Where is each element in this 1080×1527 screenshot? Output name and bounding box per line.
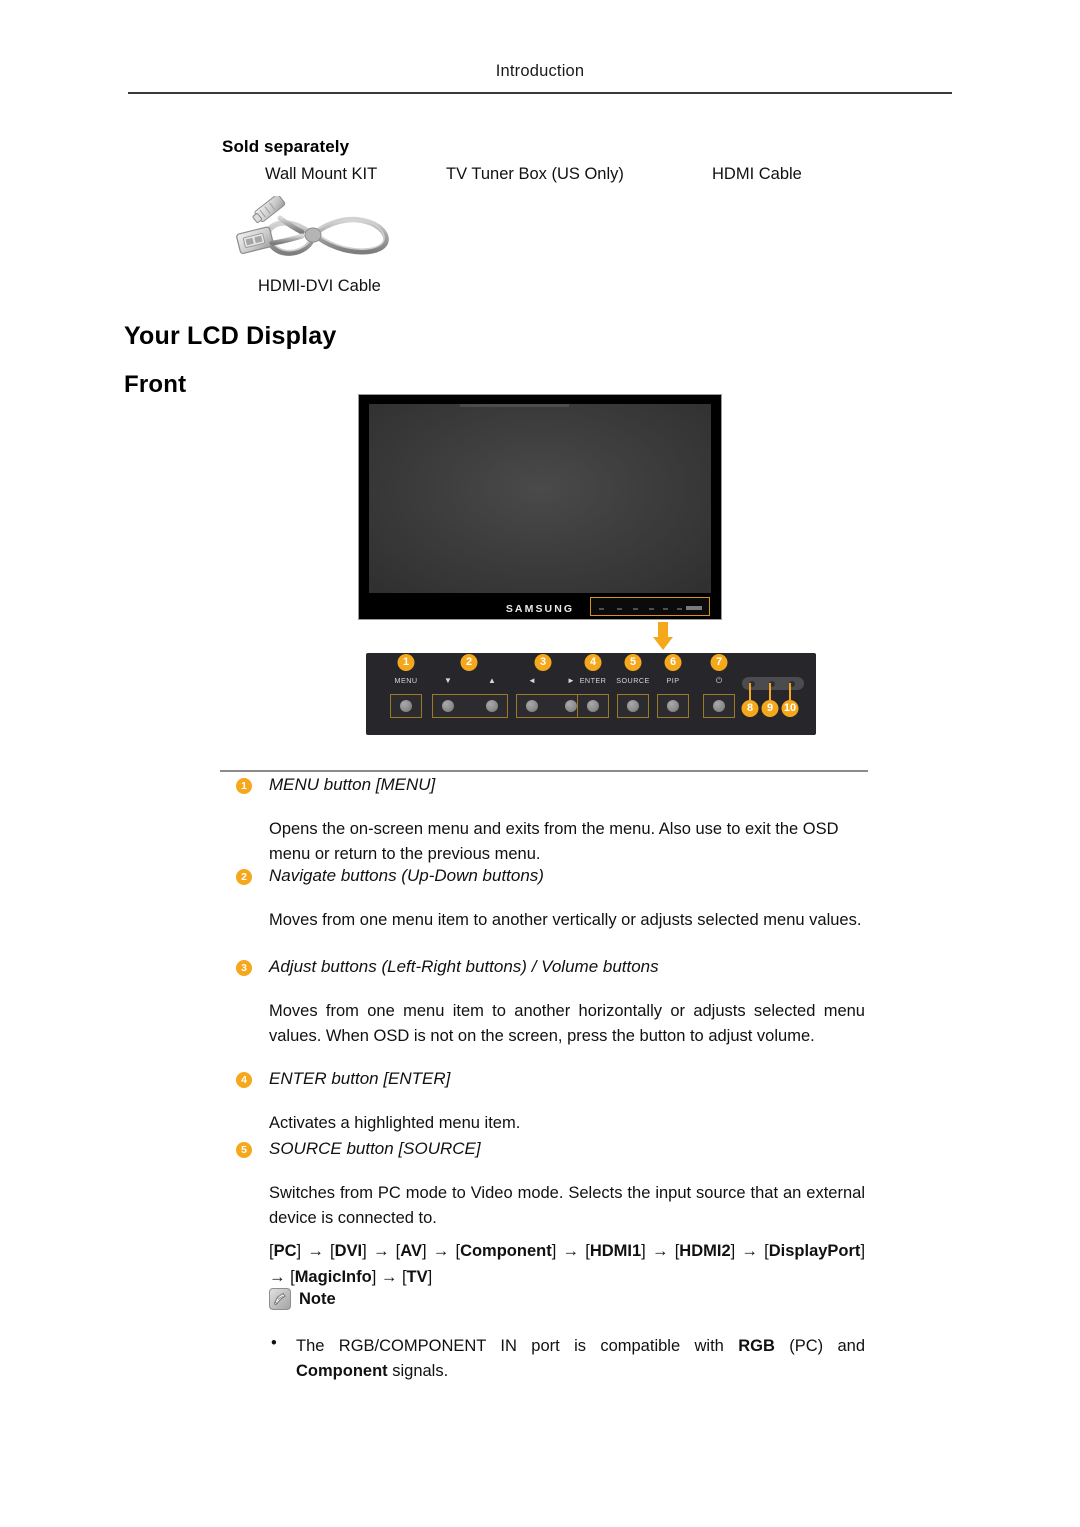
panel-badge-10: 10	[781, 700, 799, 717]
note-pencil-icon	[269, 1288, 291, 1310]
source-input-chain: [PC] → [DVI] → [AV] → [Component] → [HDM…	[269, 1242, 866, 1286]
header-divider	[128, 92, 952, 94]
panel-button-up[interactable]	[486, 700, 498, 712]
section-subtitle-front: Front	[124, 371, 187, 398]
note-bullet-marker: •	[271, 1334, 277, 1352]
panel-label-menu: MENU	[394, 676, 418, 685]
sensor-indicator-bar	[742, 677, 804, 690]
note-glyph	[274, 1292, 286, 1305]
description-body-1: Opens the on-screen menu and exits from …	[269, 820, 839, 863]
accessory-label-tv-tuner-box: TV Tuner Box (US Only)	[446, 165, 624, 183]
description-list-divider	[220, 770, 868, 772]
description-badge-3: 3	[236, 960, 252, 976]
panel-badge-9: 9	[761, 700, 779, 717]
running-header-title: Introduction	[495, 62, 585, 80]
accessory-label-hdmi-cable: HDMI Cable	[712, 165, 802, 183]
panel-button-right[interactable]	[565, 700, 577, 712]
hdmi-dvi-cable-illustration	[236, 196, 389, 256]
panel-badge-4: 4	[584, 654, 602, 671]
panel-badge-7: 7	[710, 654, 728, 671]
panel-badge-6: 6	[664, 654, 682, 671]
description-badge-1: 1	[236, 778, 252, 794]
hdmi-dvi-cable-caption: HDMI-DVI Cable	[258, 277, 381, 295]
panel-button-enter[interactable]	[587, 700, 599, 712]
bezel-control-area-highlight	[590, 597, 710, 616]
page-title: Your LCD Display	[124, 322, 337, 350]
panel-label-down-arrow-icon: ▼	[444, 676, 452, 685]
note-label: Note	[299, 1290, 336, 1308]
panel-badge-3: 3	[534, 654, 552, 671]
description-body-3: Moves from one menu item to another hori…	[269, 1002, 865, 1045]
description-title-3: Adjust buttons (Left-Right buttons) / Vo…	[269, 957, 659, 976]
panel-button-power[interactable]	[713, 700, 725, 712]
description-body-4: Activates a highlighted menu item.	[269, 1114, 521, 1132]
panel-badge-8: 8	[741, 700, 759, 717]
panel-badge-1: 1	[397, 654, 415, 671]
panel-label-power-icon: ⏻	[715, 676, 723, 685]
lcd-monitor-illustration: SAMSUNG	[358, 394, 722, 620]
panel-label-enter: ENTER	[579, 676, 607, 685]
panel-label-source: SOURCE	[616, 676, 650, 685]
panel-label-right-arrow-icon: ►	[567, 676, 575, 685]
description-title-5: SOURCE button [SOURCE]	[269, 1139, 481, 1158]
description-badge-2: 2	[236, 869, 252, 885]
panel-button-left[interactable]	[526, 700, 538, 712]
monitor-screen	[369, 404, 711, 593]
description-badge-5: 5	[236, 1142, 252, 1158]
description-body-2: Moves from one menu item to another vert…	[269, 911, 862, 929]
description-title-4: ENTER button [ENTER]	[269, 1069, 451, 1088]
panel-button-source[interactable]	[627, 700, 639, 712]
description-badge-4: 4	[236, 1072, 252, 1088]
accessory-label-wall-mount-kit: Wall Mount KIT	[265, 165, 378, 183]
panel-button-pip[interactable]	[667, 700, 679, 712]
panel-badge-5: 5	[624, 654, 642, 671]
front-control-panel-diagram: 1 2 3 4 5 6 7 MENU ▼ ▲ ◄ ► ENTER SOURCE …	[366, 653, 816, 735]
panel-button-menu[interactable]	[400, 700, 412, 712]
panel-badge-2: 2	[460, 654, 478, 671]
description-body-5: Switches from PC mode to Video mode. Sel…	[269, 1184, 865, 1227]
callout-down-arrow-icon	[653, 622, 673, 650]
description-title-2: Navigate buttons (Up-Down buttons)	[269, 866, 544, 885]
panel-label-up-arrow-icon: ▲	[488, 676, 496, 685]
sold-separately-heading: Sold separately	[222, 137, 350, 156]
note-bullet-text: The RGB/COMPONENT IN port is compatible …	[296, 1337, 866, 1380]
monitor-screen-glint	[460, 404, 569, 407]
description-title-1: MENU button [MENU]	[269, 775, 436, 794]
panel-button-down[interactable]	[442, 700, 454, 712]
document-page: Introduction Sold separately Wall Mount …	[0, 0, 1080, 1527]
panel-label-left-arrow-icon: ◄	[528, 676, 536, 685]
panel-label-pip: PIP	[666, 676, 680, 685]
